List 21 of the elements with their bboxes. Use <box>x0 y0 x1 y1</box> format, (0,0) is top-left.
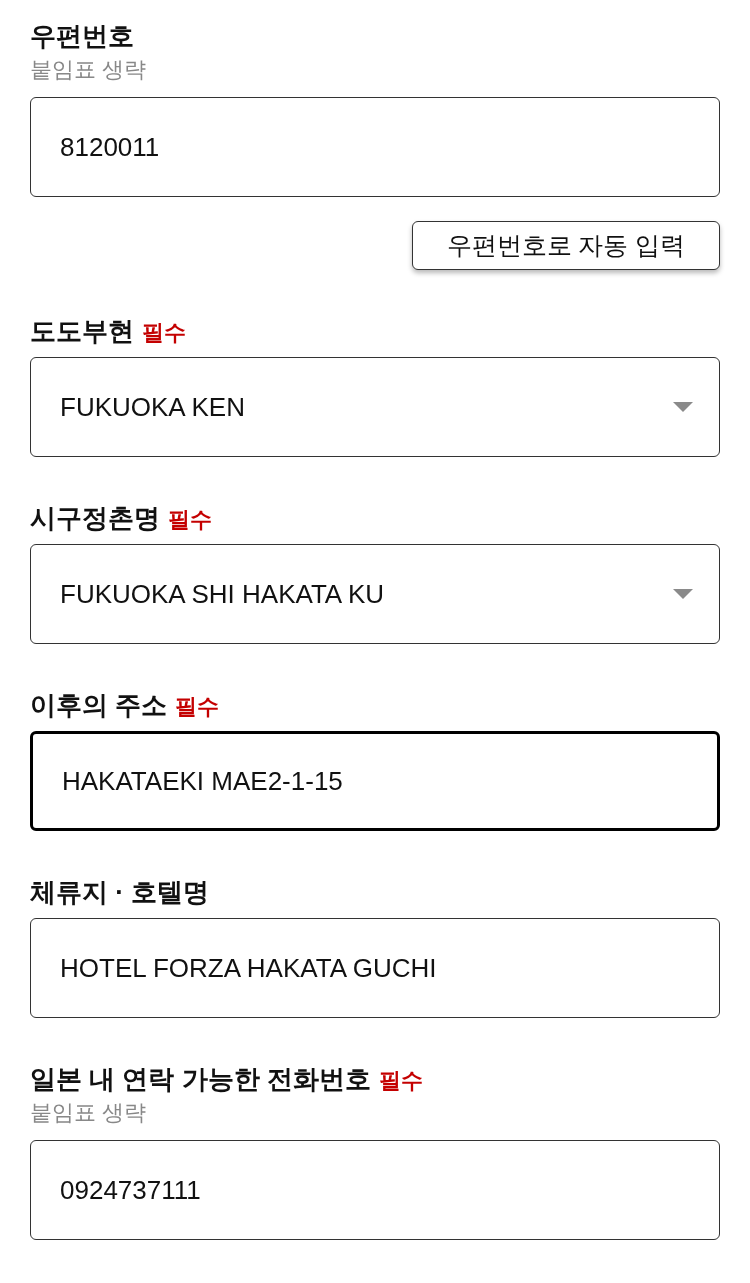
field-label: 일본 내 연락 가능한 전화번호 <box>30 1063 371 1096</box>
field-label: 시구정촌명 <box>30 502 160 535</box>
required-label: 필수 <box>378 1067 423 1095</box>
field-label: 체류지 · 호텔명 <box>30 876 210 909</box>
required-label: 필수 <box>168 506 212 534</box>
caret-down-icon <box>673 589 693 599</box>
hint-text: 붙임표 생략 <box>30 56 147 84</box>
text-input[interactable]: HAKATAEKI MAE2-1-15 <box>30 731 720 831</box>
required-label: 필수 <box>142 319 186 347</box>
text-input[interactable]: 0924737111 <box>30 1140 720 1240</box>
required-label: 필수 <box>175 693 220 721</box>
autofill-button[interactable]: 우편번호로 자동 입력 <box>412 221 720 270</box>
hint-text: 붙임표 생략 <box>30 1099 147 1127</box>
dropdown-select[interactable]: FUKUOKA KEN <box>30 357 720 457</box>
dropdown-select[interactable]: FUKUOKA SHI HAKATA KU <box>30 544 720 644</box>
field-label: 우편번호 <box>30 20 134 53</box>
caret-down-icon <box>673 402 693 412</box>
field-label: 도도부현 <box>30 315 134 348</box>
text-input[interactable]: 8120011 <box>30 97 720 197</box>
field-label: 이후의 주소 <box>30 689 168 722</box>
text-input[interactable]: HOTEL FORZA HAKATA GUCHI <box>30 918 720 1018</box>
